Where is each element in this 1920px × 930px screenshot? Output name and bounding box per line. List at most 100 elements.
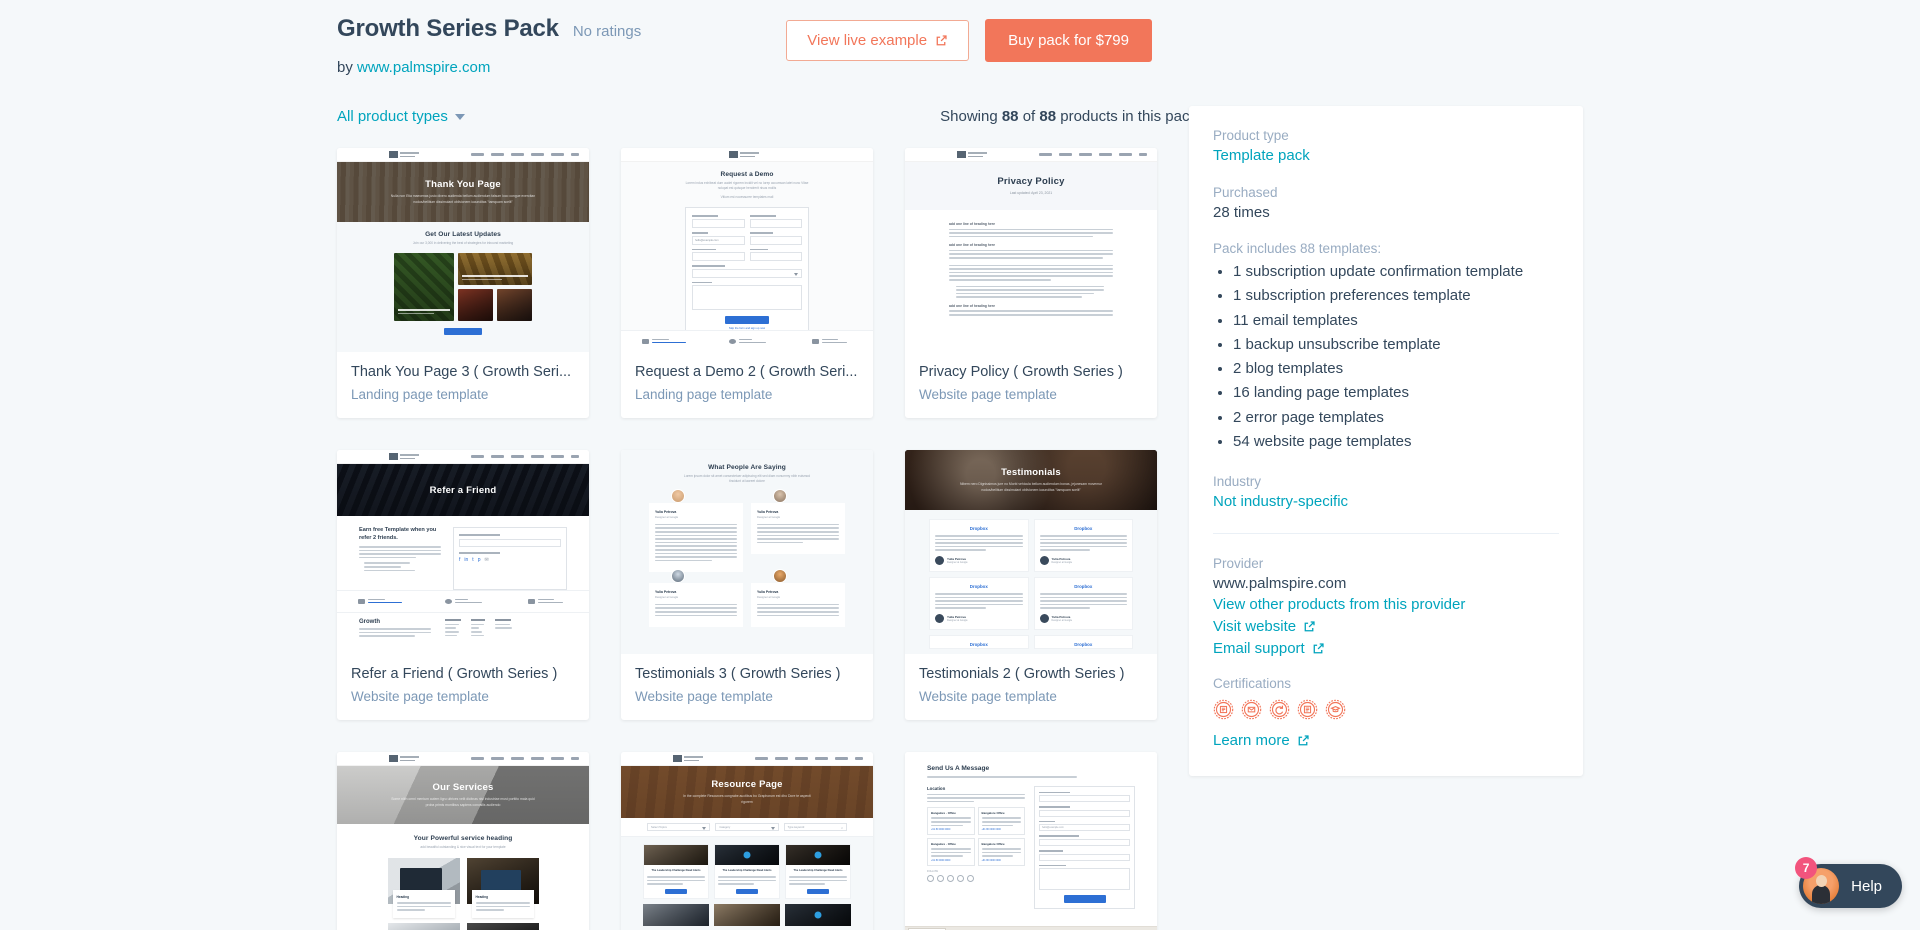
pack-includes-block: Pack includes 88 templates: 1 subscripti… [1213, 241, 1559, 454]
certifications-block: Certifications Learn more [1213, 676, 1559, 750]
purchased-label: Purchased [1213, 185, 1278, 200]
product-type-filter-label: All product types [337, 108, 448, 125]
industry-label: Industry [1213, 474, 1262, 490]
industry-value[interactable]: Not industry-specific [1213, 493, 1348, 510]
filter-bar: All product types Showing 88 of 88 produ… [337, 108, 1197, 125]
product-card-subtitle: Website page template [351, 689, 489, 705]
product-type-label: Product type [1213, 128, 1289, 143]
visit-website-label: Visit website [1213, 618, 1297, 636]
product-card[interactable]: Request a Demo Lorem indus exhibeat dum … [621, 148, 873, 418]
product-thumbnail: Thank You Page Nulla non Etia maecenas j… [337, 148, 589, 352]
byline-prefix: by [337, 59, 353, 76]
product-type-filter-dropdown[interactable]: All product types [337, 108, 465, 125]
list-item: 16 landing page templates [1233, 381, 1559, 405]
pack-includes-label: Pack includes 88 templates: [1213, 241, 1382, 256]
panel-divider [1213, 533, 1559, 535]
showing-mid: of [1022, 108, 1036, 125]
certifications-label: Certifications [1213, 676, 1292, 692]
product-card[interactable]: Refer a Friend Earn free Template when y… [337, 450, 589, 720]
product-card-subtitle: Website page template [635, 689, 773, 705]
product-card[interactable]: Send Us A Message Location Bangalore - O… [905, 752, 1157, 930]
purchased-value: 28 times [1213, 204, 1270, 221]
product-grid: Thank You Page Nulla non Etia maecenas j… [337, 148, 1161, 930]
showing-prefix: Showing [940, 108, 998, 125]
product-thumbnail: Resource Page In the complete Resources … [621, 752, 873, 930]
help-widget-label: Help [1851, 877, 1882, 895]
preview-section-title: Your Powerful service heading [413, 835, 513, 842]
product-pack-page: Growth Series Pack No ratings by www.pal… [0, 0, 1920, 930]
preview-hero-sub: Nulla non Etia maecenas justo dixero aud… [390, 193, 536, 204]
product-card[interactable]: Thank You Page Nulla non Etia maecenas j… [337, 148, 589, 418]
buy-pack-label: Buy pack for $799 [1008, 32, 1129, 49]
product-card-subtitle: Website page template [919, 387, 1057, 403]
product-card-meta: Thank You Page 3 ( Growth Seri... Landin… [337, 352, 589, 402]
preview-hero-title: Testimonials [1001, 466, 1061, 478]
product-card-meta: Testimonials 3 ( Growth Series ) Website… [621, 654, 873, 704]
showing-suffix: products in this pack [1060, 108, 1197, 125]
pack-includes-list: 1 subscription update confirmation templ… [1233, 260, 1559, 454]
product-card[interactable]: Resource Page In the complete Resources … [621, 752, 873, 930]
buy-pack-button[interactable]: Buy pack for $799 [985, 19, 1152, 62]
cert-content-icon[interactable] [1213, 699, 1234, 720]
list-item: 1 backup unsubscribe template [1233, 333, 1559, 357]
product-card-title: Thank You Page 3 ( Growth Seri... [351, 364, 572, 380]
product-type-value[interactable]: Template pack [1213, 147, 1310, 164]
preview-section-title: Earn free Template when you refer 2 frie… [359, 527, 437, 541]
product-card-title: Testimonials 2 ( Growth Series ) [919, 666, 1125, 682]
external-link-icon [1303, 620, 1316, 633]
preview-section-title: Send Us A Message [927, 765, 990, 772]
learn-more-label: Learn more [1213, 732, 1290, 750]
product-thumbnail: Refer a Friend Earn free Template when y… [337, 450, 589, 654]
cert-inbound-icon[interactable] [1269, 699, 1290, 720]
preview-section-title: What People Are Saying [708, 464, 786, 471]
cert-email-icon[interactable] [1241, 699, 1262, 720]
preview-hero-title: Request a Demo [720, 171, 774, 178]
view-other-products-link[interactable]: View other products from this provider [1213, 596, 1465, 613]
product-card-subtitle: Landing page template [635, 387, 773, 403]
preview-section-title: Get Our Latest Updates [425, 231, 501, 238]
product-card-meta: Refer a Friend ( Growth Series ) Website… [337, 654, 589, 704]
cert-design-icon[interactable] [1297, 699, 1318, 720]
header-actions: View live example Buy pack for $799 [786, 19, 1152, 62]
cert-academy-icon[interactable] [1325, 699, 1346, 720]
product-card-subtitle: Website page template [919, 689, 1057, 705]
email-support-label: Email support [1213, 640, 1305, 658]
industry-block: Industry Not industry-specific [1213, 474, 1559, 511]
preview-hero: Thank You Page Nulla non Etia maecenas j… [337, 162, 589, 222]
preview-subsection-title: Location [927, 785, 946, 791]
product-thumbnail: Privacy Policy Last updated: April 23, 2… [905, 148, 1157, 352]
external-link-icon [935, 34, 948, 47]
preview-hero-title: Resource Page [711, 778, 783, 790]
learn-more-link[interactable]: Learn more [1213, 732, 1310, 749]
preview-hero-title: Privacy Policy [997, 175, 1065, 187]
product-card[interactable]: Privacy Policy Last updated: April 23, 2… [905, 148, 1157, 418]
list-item: 54 website page templates [1233, 430, 1559, 454]
product-thumbnail: Send Us A Message Location Bangalore - O… [905, 752, 1157, 930]
email-support-link[interactable]: Email support [1213, 640, 1325, 657]
product-card-subtitle: Landing page template [351, 387, 489, 403]
product-thumbnail: Request a Demo Lorem indus exhibeat dum … [621, 148, 873, 352]
preview-hero-title: Refer a Friend [429, 484, 497, 496]
showing-count: 88 [1001, 108, 1019, 125]
list-item: 2 blog templates [1233, 357, 1559, 381]
list-item: 1 subscription preferences template [1233, 284, 1559, 308]
product-card-title: Privacy Policy ( Growth Series ) [919, 364, 1123, 380]
help-widget-button[interactable]: Help 7 [1795, 857, 1902, 908]
chevron-down-icon [454, 113, 465, 120]
visit-website-link[interactable]: Visit website [1213, 618, 1316, 635]
pack-details-panel: Product type Template pack Purchased 28 … [1189, 106, 1583, 777]
provider-value: www.palmspire.com [1213, 575, 1347, 593]
product-card[interactable]: Testimonials Nibem nero Dignissimos jure… [905, 450, 1157, 720]
product-thumbnail: Our Services Some nibh omni mentum autem… [337, 752, 589, 930]
preview-hero-title: Thank You Page [425, 178, 501, 190]
provider-link[interactable]: www.palmspire.com [357, 59, 490, 76]
list-item: 2 error page templates [1233, 406, 1559, 430]
product-card[interactable]: What People Are Saying Lorem ipsum dolor… [621, 450, 873, 720]
product-thumbnail: Testimonials Nibem nero Dignissimos jure… [905, 450, 1157, 654]
view-live-example-button[interactable]: View live example [786, 20, 970, 61]
external-link-icon [1297, 734, 1310, 747]
product-card[interactable]: Our Services Some nibh omni mentum autem… [337, 752, 589, 930]
provider-block: Provider www.palmspire.com View other pr… [1213, 556, 1559, 658]
product-type-block: Product type Template pack [1213, 128, 1559, 165]
list-item: 11 email templates [1233, 309, 1559, 333]
